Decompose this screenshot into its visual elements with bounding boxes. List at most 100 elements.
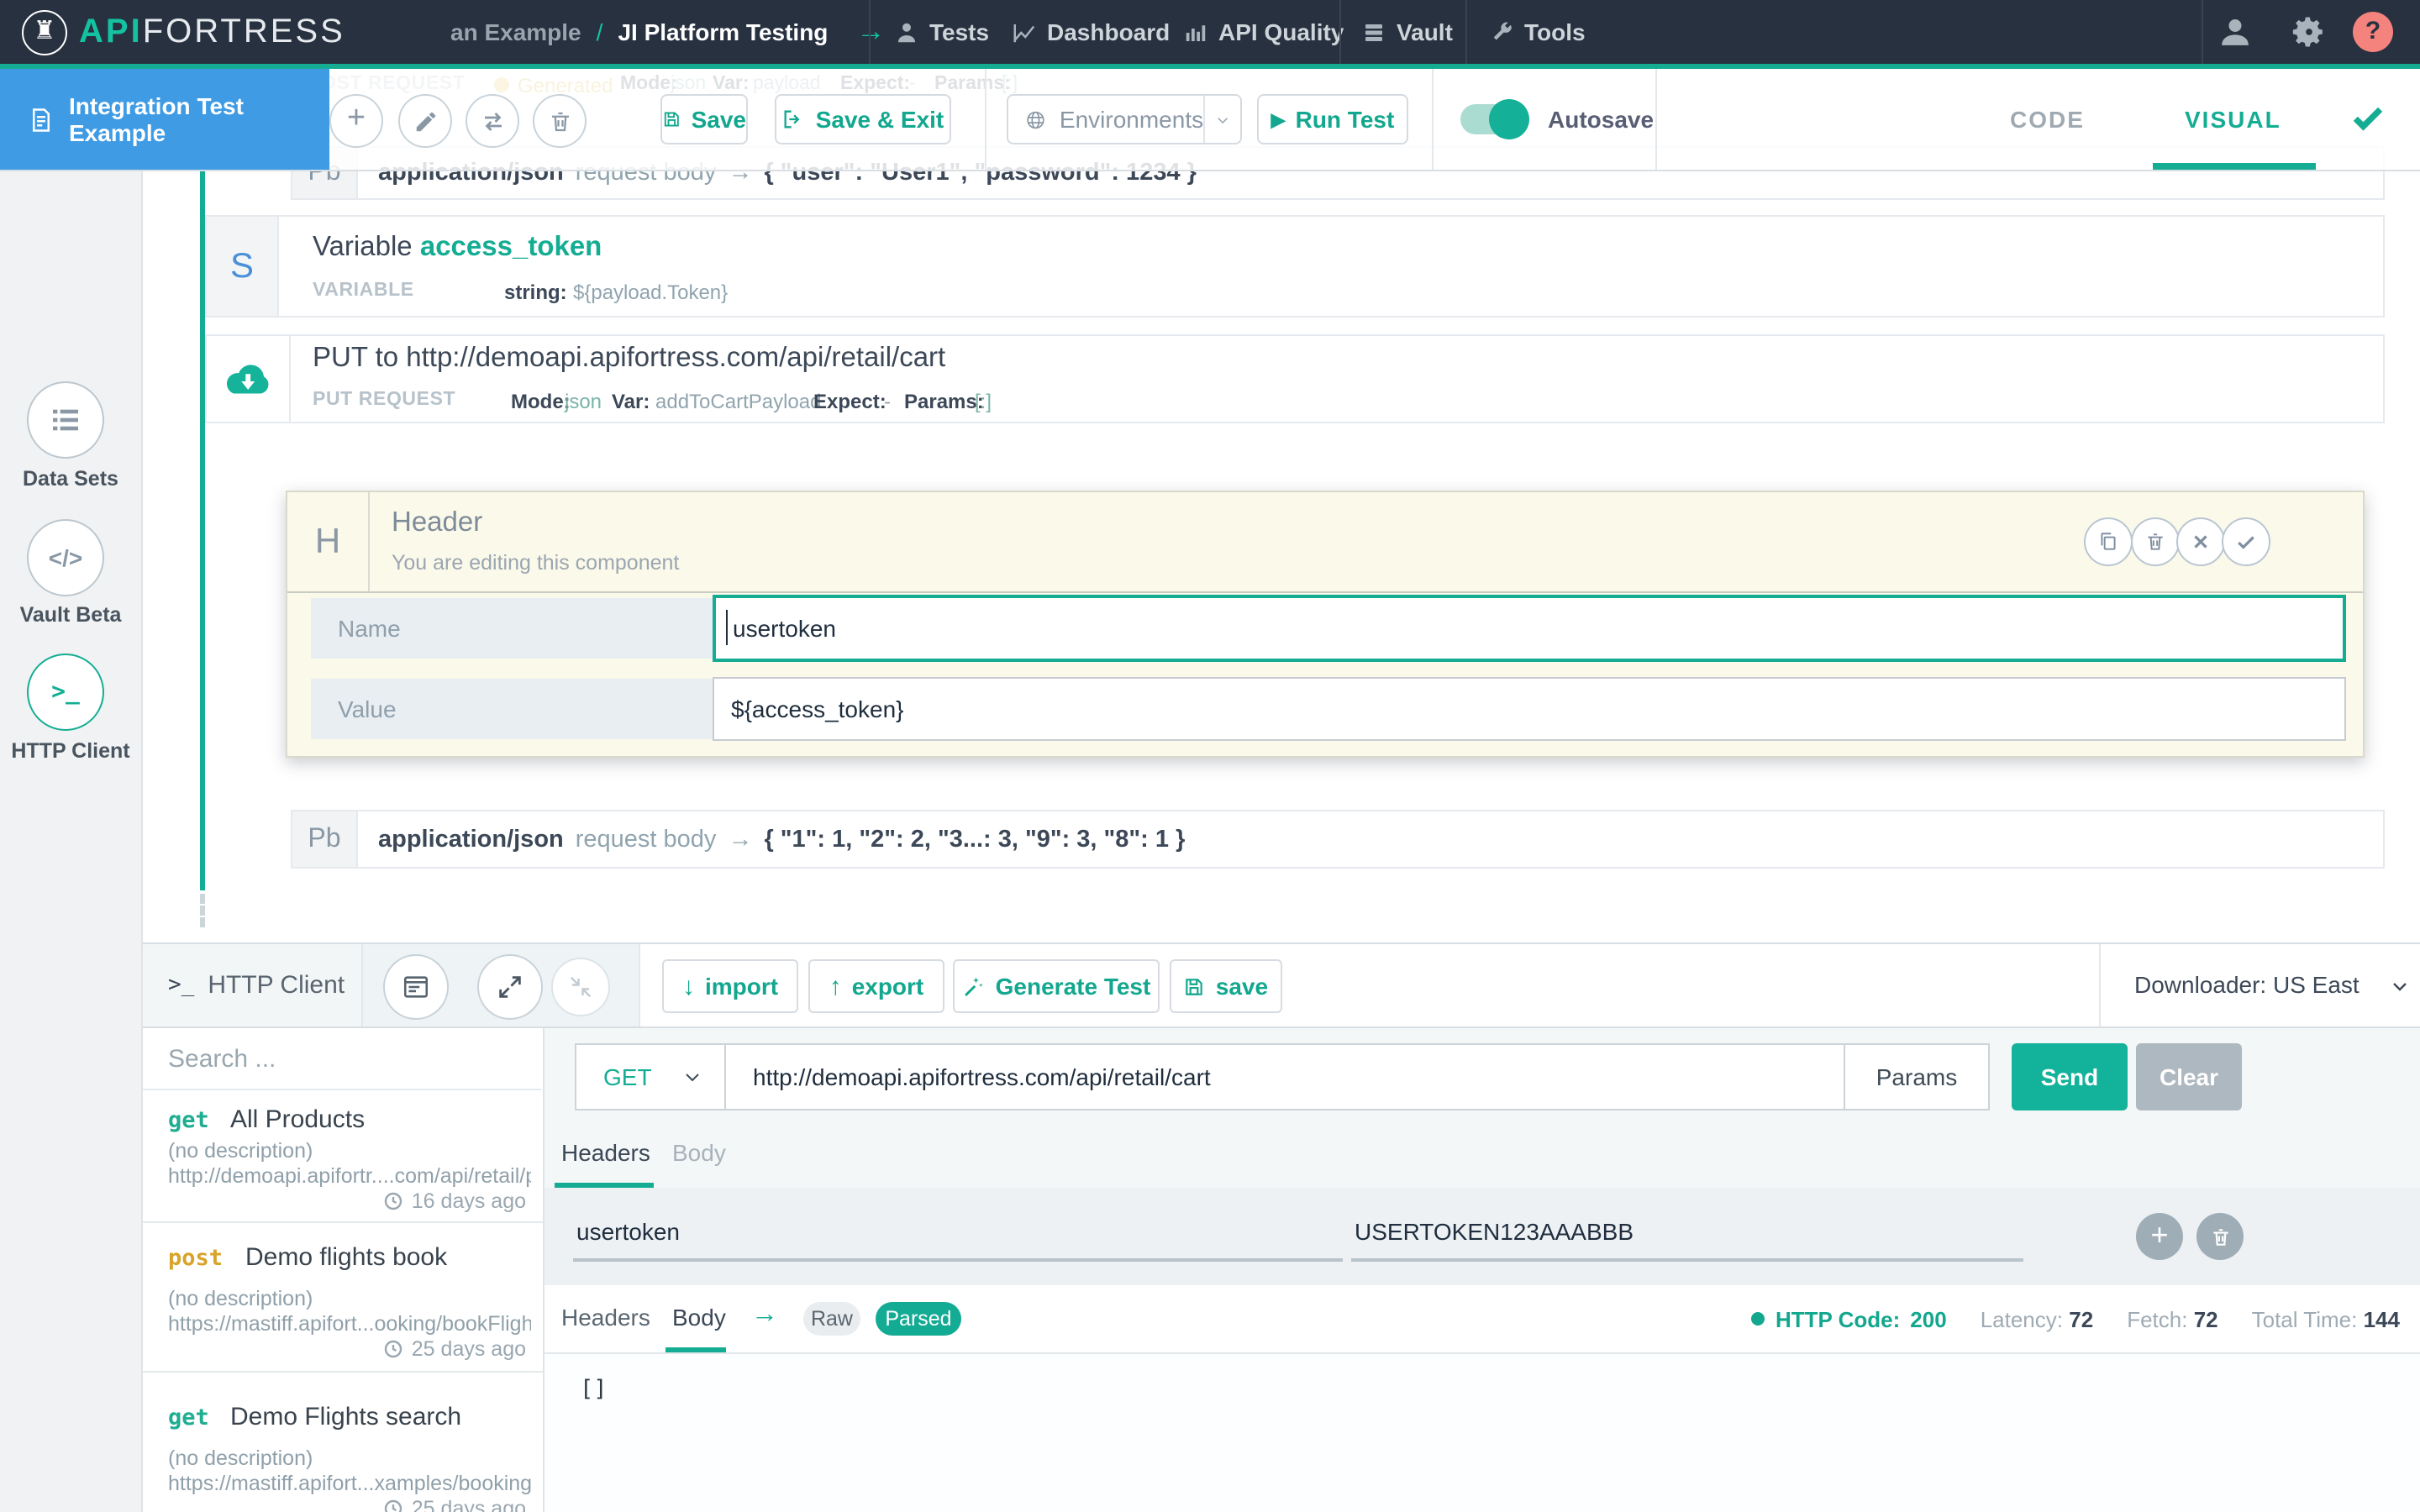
history-desc: (no description)	[168, 1446, 531, 1470]
user-profile-button[interactable]	[2218, 15, 2252, 49]
history-time-label: 16 days ago	[412, 1189, 526, 1213]
header-component-editor: H Header You are editing this component …	[286, 491, 2365, 758]
request-header-name-input[interactable]	[573, 1205, 1343, 1262]
tab-code[interactable]: CODE	[2010, 69, 2085, 170]
history-item-demo-flights-search[interactable]: get Demo Flights search (no description)…	[141, 1373, 543, 1512]
save-and-exit-button[interactable]: Save & Exit	[775, 94, 951, 144]
delete-button[interactable]	[533, 94, 587, 148]
response-tab-body[interactable]: Body	[672, 1304, 726, 1331]
history-item-all-products[interactable]: get All Products (no description) http:/…	[141, 1090, 543, 1223]
sidebar-item-data-sets[interactable]	[27, 381, 104, 459]
request-body-label: request body	[576, 826, 717, 853]
nav-item-tests[interactable]: Tests	[894, 0, 989, 64]
search-input[interactable]	[141, 1028, 541, 1090]
export-label: export	[852, 973, 924, 1000]
http-client-title-zone: >_ HTTP Client	[141, 944, 363, 1026]
edit-button[interactable]	[398, 94, 452, 148]
breadcrumb-arrow-icon: →	[856, 15, 885, 49]
autosave-toggle-knob[interactable]	[1489, 99, 1529, 139]
sidebar-item-http-client[interactable]: >_	[27, 654, 104, 731]
nav-item-tools[interactable]: Tools	[1489, 0, 1586, 64]
run-test-button[interactable]: ▶ Run Test	[1257, 94, 1408, 144]
put-request-row[interactable]: PUT to http://demoapi.apifortress.com/ap…	[205, 334, 2385, 423]
settings-button[interactable]	[2292, 15, 2326, 49]
raw-toggle[interactable]: Raw	[803, 1302, 860, 1336]
nav-item-vault[interactable]: Vault	[1361, 0, 1453, 64]
response-tab-headers[interactable]: Headers	[561, 1304, 650, 1331]
response-body: []	[544, 1352, 2420, 1512]
tab-label: Integration Test Example	[69, 92, 329, 146]
parsed-toggle[interactable]: Parsed	[876, 1302, 961, 1336]
add-component-button[interactable]: +	[329, 94, 383, 148]
client-save-button[interactable]: save	[1170, 959, 1282, 1013]
duplicate-component-button[interactable]	[2084, 517, 2133, 566]
export-button[interactable]: ↑ export	[808, 959, 944, 1013]
environments-dropdown[interactable]: Environments	[1007, 94, 1242, 144]
gear-icon	[2292, 15, 2326, 49]
http-code-value: 200	[1910, 1306, 1946, 1331]
put-kind-label: PUT REQUEST	[313, 390, 455, 410]
fetch-label: Fetch:	[2127, 1306, 2187, 1331]
header-name-input[interactable]	[713, 595, 2346, 662]
collapse-icon	[568, 974, 593, 1000]
request-headers-grid: +	[544, 1188, 2420, 1285]
expand-panel-button[interactable]	[477, 954, 543, 1020]
cancel-edit-button[interactable]	[2176, 517, 2225, 566]
chevron-down-icon	[682, 1067, 702, 1087]
history-name: All Products	[230, 1105, 365, 1134]
request-tab-headers[interactable]: Headers	[561, 1139, 650, 1166]
tab-integration-test-example[interactable]: Integration Test Example	[0, 69, 329, 170]
floppy-icon	[662, 108, 681, 131]
breadcrumb-project[interactable]: an Example	[450, 18, 581, 45]
breadcrumb: an Example / JI Platform Testing →	[450, 0, 885, 64]
environments-label: Environments	[1060, 106, 1203, 133]
latency-metric: Latency: 72	[1981, 1306, 2094, 1331]
nav-item-api-quality[interactable]: API Quality	[1183, 0, 1344, 64]
put-expect-value: -	[884, 390, 891, 413]
sidebar-item-vault-beta[interactable]: </>	[27, 519, 104, 596]
delete-component-button[interactable]	[2131, 517, 2180, 566]
nav-divider	[869, 0, 871, 64]
generate-test-button[interactable]: Generate Test	[953, 959, 1160, 1013]
history-time: 25 days ago	[383, 1337, 526, 1361]
client-bar-divider	[2099, 944, 2101, 1026]
logo-fortress: FORTRESS	[143, 13, 345, 50]
tab-visual[interactable]: VISUAL	[2185, 69, 2281, 170]
header-name-label: Name	[311, 598, 713, 659]
put-body-row[interactable]: Pb application/json request body → { "1"…	[291, 810, 2385, 869]
confirm-edit-button[interactable]	[2222, 517, 2270, 566]
collapse-panel-button[interactable]	[551, 958, 610, 1016]
request-header-value-input[interactable]	[1351, 1205, 2023, 1262]
add-header-button[interactable]: +	[2136, 1213, 2183, 1260]
plus-icon: +	[2150, 1217, 2168, 1252]
generate-test-label: Generate Test	[996, 973, 1151, 1000]
downloader-select[interactable]: Downloader: US East	[2134, 944, 2409, 1026]
breadcrumb-test[interactable]: JI Platform Testing	[618, 18, 828, 45]
person-test-icon	[894, 19, 919, 45]
console-panel-button[interactable]	[383, 954, 449, 1020]
expand-icon	[496, 973, 524, 1001]
header-value-input[interactable]	[713, 677, 2346, 741]
fetch-metric: Fetch: 72	[2127, 1306, 2217, 1331]
method-select[interactable]: GET	[576, 1045, 726, 1109]
save-button[interactable]: Save	[660, 94, 748, 144]
globe-icon	[1025, 107, 1046, 132]
apifortress-logo[interactable]: APIFORTRESS	[79, 0, 345, 64]
variable-type-label: string:	[504, 281, 567, 304]
request-url-bar: GET Params	[575, 1043, 1990, 1110]
params-button[interactable]: Params	[1844, 1045, 1988, 1109]
floppy-icon	[1184, 975, 1206, 997]
terminal-prompt-icon: >_	[51, 679, 80, 706]
url-input[interactable]	[726, 1045, 1844, 1109]
request-tab-body[interactable]: Body	[672, 1139, 726, 1166]
send-button[interactable]: Send	[2012, 1043, 2128, 1110]
reorder-button[interactable]	[466, 94, 519, 148]
import-button[interactable]: ↓ import	[662, 959, 798, 1013]
nav-item-dashboard[interactable]: Dashboard	[1012, 0, 1170, 64]
clear-button[interactable]: Clear	[2136, 1043, 2242, 1110]
remove-header-button[interactable]	[2196, 1213, 2244, 1260]
client-save-label: save	[1216, 973, 1268, 1000]
history-item-demo-flights-book[interactable]: post Demo flights book (no description) …	[141, 1223, 543, 1373]
variable-row[interactable]: S Variable access_token VARIABLE string:…	[205, 215, 2385, 318]
help-button[interactable]: ?	[2353, 12, 2393, 52]
